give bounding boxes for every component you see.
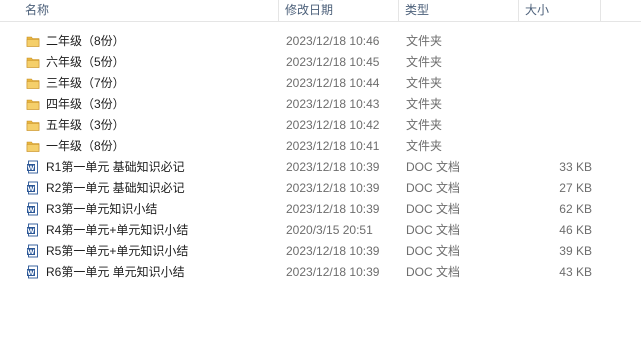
file-type: DOC 文档 — [406, 202, 461, 216]
file-size: 62 KB — [559, 202, 592, 216]
list-item[interactable]: W R3第一单元知识小结 2023/12/18 10:39 DOC 文档 62 KB — [0, 199, 620, 220]
modified-date: 2023/12/18 10:39 — [286, 244, 380, 258]
column-header-size[interactable]: 大小 — [519, 0, 599, 21]
list-item[interactable]: W R1第一单元 基础知识必记 2023/12/18 10:39 DOC 文档 33 K… — [0, 157, 620, 178]
list-item[interactable]: 三年级（7份） 2023/12/18 10:44 文件夹 — [0, 73, 620, 94]
folder-icon — [26, 97, 40, 111]
modified-date: 2023/12/18 10:44 — [286, 76, 380, 90]
file-type: 文件夹 — [406, 76, 443, 90]
folder-icon — [26, 118, 40, 132]
modified-date: 2023/12/18 10:42 — [286, 118, 380, 132]
column-divider[interactable] — [600, 0, 601, 21]
file-type: 文件夹 — [406, 34, 443, 48]
file-name: R2第一单元 基础知识必记 — [46, 181, 185, 195]
svg-text:W: W — [27, 185, 34, 193]
file-type: DOC 文档 — [406, 244, 461, 258]
doc-icon: W — [26, 181, 40, 195]
modified-date: 2023/12/18 10:39 — [286, 265, 380, 279]
file-size: 39 KB — [559, 244, 592, 258]
modified-date: 2023/12/18 10:43 — [286, 97, 380, 111]
list-item[interactable]: W R2第一单元 基础知识必记 2023/12/18 10:39 DOC 文档 27 K… — [0, 178, 620, 199]
folder-icon — [26, 34, 40, 48]
file-type: 文件夹 — [406, 55, 443, 69]
list-item[interactable]: W R6第一单元 单元知识小结 2023/12/18 10:39 DOC 文档 43 K… — [0, 262, 620, 283]
file-name: 五年级（3份） — [46, 118, 125, 132]
column-header: ⌃ 名称 修改日期 类型 大小 — [0, 0, 641, 22]
svg-text:W: W — [27, 206, 34, 214]
folder-icon — [26, 76, 40, 90]
doc-icon: W — [26, 223, 40, 237]
modified-date: 2020/3/15 20:51 — [286, 223, 373, 237]
file-name: R5第一单元+单元知识小结 — [46, 244, 189, 258]
file-name: R3第一单元知识小结 — [46, 202, 158, 216]
list-item[interactable]: 一年级（8份） 2023/12/18 10:41 文件夹 — [0, 136, 620, 157]
file-type: 文件夹 — [406, 139, 443, 153]
column-header-date[interactable]: 修改日期 — [279, 0, 397, 21]
file-name: 二年级（8份） — [46, 34, 125, 48]
file-name: 一年级（8份） — [46, 139, 125, 153]
modified-date: 2023/12/18 10:39 — [286, 202, 380, 216]
file-type: DOC 文档 — [406, 223, 461, 237]
file-name: 六年级（5份） — [46, 55, 125, 69]
file-type: 文件夹 — [406, 97, 443, 111]
file-size: 43 KB — [559, 265, 592, 279]
list-item[interactable]: W R5第一单元+单元知识小结 2023/12/18 10:39 DOC 文档 39 K… — [0, 241, 620, 262]
column-header-name[interactable]: 名称 — [19, 0, 277, 21]
doc-icon: W — [26, 202, 40, 216]
file-size: 46 KB — [559, 223, 592, 237]
doc-icon: W — [26, 265, 40, 279]
svg-text:W: W — [27, 248, 34, 256]
list-item[interactable]: 五年级（3份） 2023/12/18 10:42 文件夹 — [0, 115, 620, 136]
file-name: R1第一单元 基础知识必记 — [46, 160, 185, 174]
file-type: 文件夹 — [406, 118, 443, 132]
svg-text:W: W — [27, 164, 34, 172]
svg-text:W: W — [27, 227, 34, 235]
doc-icon: W — [26, 160, 40, 174]
modified-date: 2023/12/18 10:41 — [286, 139, 380, 153]
file-size: 27 KB — [559, 181, 592, 195]
column-header-type[interactable]: 类型 — [399, 0, 517, 21]
file-name: 四年级（3份） — [46, 97, 125, 111]
file-type: DOC 文档 — [406, 265, 461, 279]
file-size: 33 KB — [559, 160, 592, 174]
modified-date: 2023/12/18 10:39 — [286, 160, 380, 174]
list-item[interactable]: W R4第一单元+单元知识小结 2020/3/15 20:51 DOC 文档 46 KB — [0, 220, 620, 241]
doc-icon: W — [26, 244, 40, 258]
file-name: R4第一单元+单元知识小结 — [46, 223, 189, 237]
file-name: R6第一单元 单元知识小结 — [46, 265, 185, 279]
list-item[interactable]: 四年级（3份） 2023/12/18 10:43 文件夹 — [0, 94, 620, 115]
file-type: DOC 文档 — [406, 160, 461, 174]
list-item[interactable]: 二年级（8份） 2023/12/18 10:46 文件夹 — [0, 31, 620, 52]
modified-date: 2023/12/18 10:46 — [286, 34, 380, 48]
folder-icon — [26, 139, 40, 153]
list-item[interactable]: 六年级（5份） 2023/12/18 10:45 文件夹 — [0, 52, 620, 73]
svg-text:W: W — [27, 269, 34, 277]
file-type: DOC 文档 — [406, 181, 461, 195]
modified-date: 2023/12/18 10:39 — [286, 181, 380, 195]
file-list: 二年级（8份） 2023/12/18 10:46 文件夹 六年级（5份） 2023/12… — [0, 31, 641, 283]
modified-date: 2023/12/18 10:45 — [286, 55, 380, 69]
file-name: 三年级（7份） — [46, 76, 125, 90]
folder-icon — [26, 55, 40, 69]
